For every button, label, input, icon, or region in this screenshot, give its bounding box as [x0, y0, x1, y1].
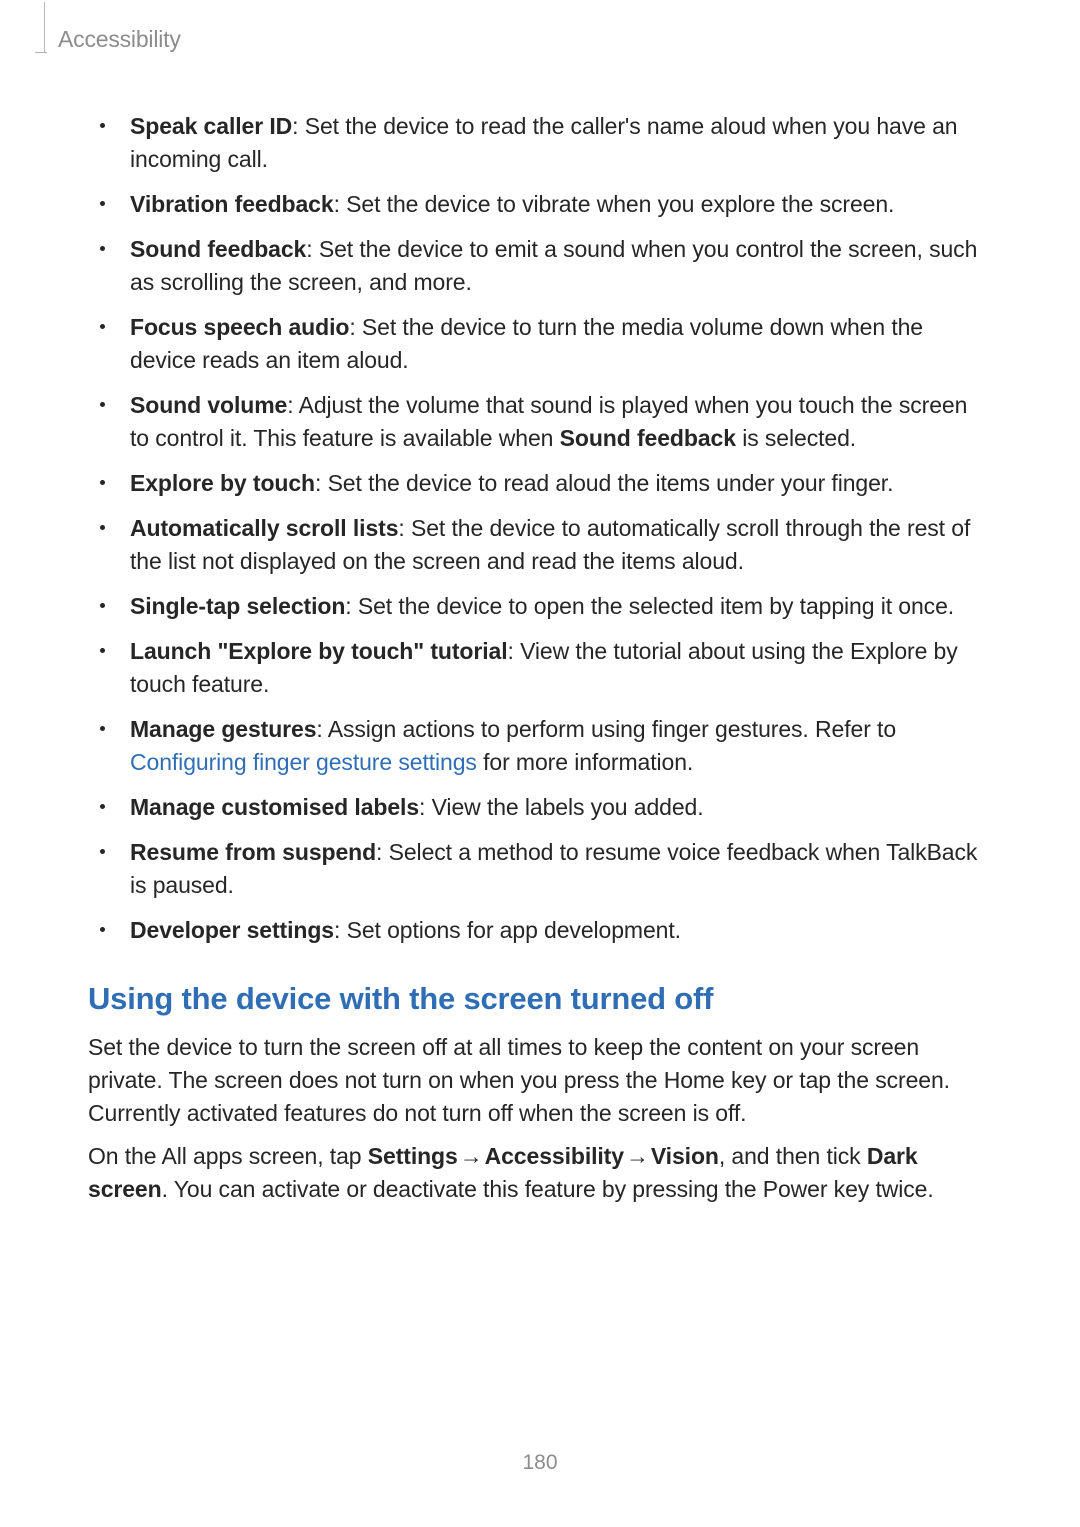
page: Accessibility Speak caller ID : Set the d…: [0, 0, 1080, 1527]
list-item: Single-tap selection: Set the device to …: [98, 590, 992, 623]
arrow-icon: →: [624, 1140, 651, 1173]
p2-mid: , and then tick: [719, 1143, 867, 1169]
heading-dark-screen: Using the device with the screen turned …: [88, 981, 992, 1017]
bullet-icon: [100, 804, 105, 809]
content: Speak caller ID : Set the device to read …: [88, 0, 992, 1206]
desc-pre: : Assign actions to perform using finger…: [316, 716, 896, 742]
list-item: Sound volume: Adjust the volume that sou…: [98, 389, 992, 455]
list-item: Sound feedback: Set the device to emit a…: [98, 233, 992, 299]
header-rule-vertical: [35, 2, 45, 52]
bullet-list: Speak caller ID : Set the device to read …: [88, 110, 992, 947]
list-item: Automatically scroll lists: Set the devi…: [98, 512, 992, 578]
p2-post: . You can activate or deactivate this fe…: [162, 1176, 934, 1202]
bullet-icon: [100, 726, 105, 731]
bullet-icon: [100, 480, 105, 485]
desc: : Set the device to read aloud the items…: [315, 470, 893, 496]
term: Speak caller ID: [130, 113, 292, 139]
bullet-icon: [100, 402, 105, 407]
list-item: Developer settings: Set options for app …: [98, 914, 992, 947]
bullet-icon: [100, 927, 105, 932]
list-item: Launch "Explore by touch" tutorial: View…: [98, 635, 992, 701]
bullet-icon: [100, 123, 105, 128]
term: Explore by touch: [130, 470, 315, 496]
term: Sound feedback: [130, 236, 306, 262]
bullet-icon: [100, 201, 105, 206]
header-rule-horizontal: [35, 52, 47, 53]
bullet-icon: [100, 324, 105, 329]
bullet-icon: [100, 525, 105, 530]
page-number: 180: [0, 1451, 1080, 1475]
p2-pre: On the All apps screen, tap: [88, 1143, 368, 1169]
list-item: Resume from suspend: Select a method to …: [98, 836, 992, 902]
paragraph-1: Set the device to turn the screen off at…: [88, 1031, 992, 1130]
term: Vibration feedback: [130, 191, 334, 217]
term: Manage customised labels: [130, 794, 419, 820]
desc: : Set the device to vibrate when you exp…: [334, 191, 895, 217]
list-item: Manage gestures: Assign actions to perfo…: [98, 713, 992, 779]
p2-settings: Settings: [368, 1143, 458, 1169]
term: Developer settings: [130, 917, 334, 943]
bullet-icon: [100, 603, 105, 608]
list-item: Vibration feedback: Set the device to vi…: [98, 188, 992, 221]
desc: : Set options for app development.: [334, 917, 681, 943]
desc: : View the labels you added.: [419, 794, 703, 820]
bullet-icon: [100, 849, 105, 854]
list-item: Explore by touch: Set the device to read…: [98, 467, 992, 500]
list-item: Manage customised labels: View the label…: [98, 791, 992, 824]
term: Manage gestures: [130, 716, 316, 742]
p2-accessibility: Accessibility: [485, 1143, 624, 1169]
section-label: Accessibility: [58, 26, 181, 53]
paragraph-2: On the All apps screen, tap Settings → A…: [88, 1140, 992, 1206]
bullet-icon: [100, 246, 105, 251]
term: Launch "Explore by touch" tutorial: [130, 638, 508, 664]
term: Focus speech audio: [130, 314, 349, 340]
desc: : Set the device to open the selected it…: [345, 593, 954, 619]
term: Single-tap selection: [130, 593, 345, 619]
term: Sound volume: [130, 392, 287, 418]
link-configuring-finger-gesture[interactable]: Configuring finger gesture settings: [130, 749, 477, 775]
arrow-icon: →: [458, 1140, 485, 1173]
desc-post: for more information.: [477, 749, 693, 775]
bullet-icon: [100, 648, 105, 653]
list-item: Speak caller ID: Set the device to read …: [98, 110, 992, 176]
inner-bold: Sound feedback: [560, 425, 736, 451]
term: Automatically scroll lists: [130, 515, 398, 541]
desc-post: is selected.: [736, 425, 856, 451]
p2-vision: Vision: [651, 1143, 719, 1169]
term: Resume from suspend: [130, 839, 376, 865]
list-item: Focus speech audio: Set the device to tu…: [98, 311, 992, 377]
